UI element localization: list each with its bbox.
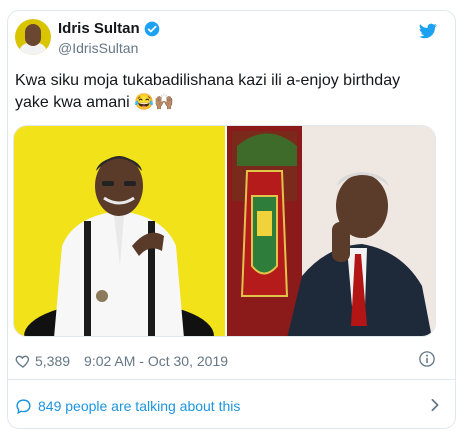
tweet-meta: 5,389 9:02 AM - Oct 30, 2019 (15, 351, 435, 371)
verified-badge-icon (144, 21, 160, 36)
twitter-bird-icon[interactable] (419, 23, 437, 39)
author-name-row[interactable]: Idris Sultan (58, 20, 160, 37)
photo-office-man[interactable] (227, 126, 435, 336)
like-count-value: 5,389 (35, 353, 71, 369)
tweet-media[interactable] (13, 125, 436, 337)
avatar-face (25, 24, 41, 46)
photo-yellow-background-man[interactable] (14, 126, 225, 336)
avatar[interactable] (15, 19, 51, 55)
author-handle[interactable]: @IdrisSultan (58, 40, 138, 56)
tweet-text: Kwa siku moja tukabadilishana kazi ili a… (15, 72, 401, 111)
conversation-count-text[interactable]: 849 people are talking about this (38, 398, 240, 414)
author-name[interactable]: Idris Sultan (58, 20, 140, 37)
conversation-link[interactable]: 849 people are talking about this (15, 395, 440, 417)
photo-left-illustration (14, 126, 225, 336)
photo-right-illustration (227, 126, 435, 336)
info-icon[interactable] (418, 350, 436, 368)
chevron-right-icon[interactable] (430, 398, 440, 412)
like-count[interactable]: 5,389 (15, 353, 70, 369)
footer-divider (7, 379, 456, 380)
timestamp[interactable]: 9:02 AM - Oct 30, 2019 (84, 353, 228, 369)
speech-bubble-icon (16, 398, 31, 414)
heart-icon[interactable] (15, 353, 31, 369)
